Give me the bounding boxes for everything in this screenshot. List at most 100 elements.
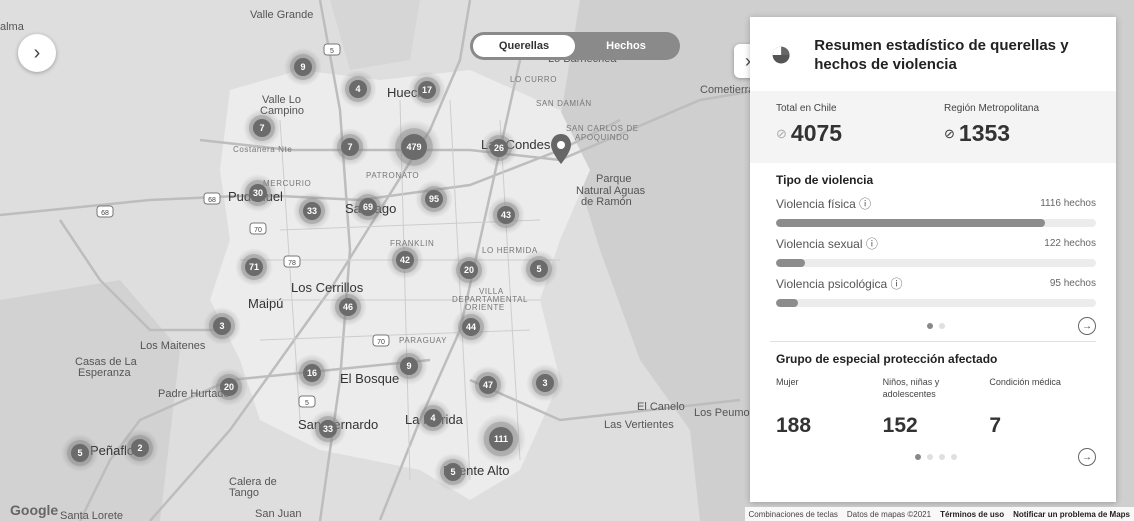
map-cluster-marker[interactable]: 7 bbox=[243, 109, 281, 147]
pager-dot[interactable] bbox=[927, 323, 933, 329]
view-toggle[interactable]: Querellas Hechos bbox=[470, 32, 680, 60]
map-cluster-marker[interactable]: 46 bbox=[329, 288, 367, 326]
violence-bar-fill bbox=[776, 259, 805, 267]
violence-section: Tipo de violencia Violencia física ⓘ 111… bbox=[750, 163, 1116, 335]
cluster-count: 7 bbox=[347, 142, 352, 152]
group-label: Niños, niñas y adolescentes bbox=[882, 377, 940, 399]
map-attribution: Combinaciones de teclas Datos de mapas ©… bbox=[744, 507, 1134, 521]
map-cluster-marker[interactable]: 479 bbox=[386, 119, 442, 175]
map-cluster-marker[interactable]: 3 bbox=[526, 364, 564, 402]
map-cluster-marker[interactable]: 69 bbox=[349, 188, 387, 226]
violence-label: Violencia sexual bbox=[776, 237, 863, 251]
keyboard-shortcuts-link[interactable]: Combinaciones de teclas bbox=[749, 510, 838, 519]
group-item: Mujer 188 bbox=[776, 376, 883, 438]
map-cluster-marker[interactable]: 43 bbox=[487, 196, 525, 234]
map-cluster-marker[interactable]: 16 bbox=[293, 354, 331, 392]
map-place-label: Esperanza bbox=[78, 367, 131, 379]
violence-bar bbox=[776, 299, 1096, 307]
map-cluster-marker[interactable]: 5 bbox=[61, 434, 99, 472]
help-icon[interactable]: ⓘ bbox=[866, 237, 878, 251]
help-icon[interactable]: ⓘ bbox=[891, 277, 903, 291]
svg-text:68: 68 bbox=[101, 210, 109, 217]
pager-dot[interactable] bbox=[939, 323, 945, 329]
map-cluster-marker[interactable]: 44 bbox=[452, 308, 490, 346]
expand-left-button[interactable]: › bbox=[18, 34, 56, 72]
map-place-label: Maipú bbox=[248, 296, 283, 311]
pager-dot[interactable] bbox=[927, 454, 933, 460]
group-item: Niños, niñas y adolescentes 152 bbox=[883, 376, 990, 438]
svg-text:5: 5 bbox=[305, 400, 309, 407]
map-cluster-marker[interactable]: 9 bbox=[390, 347, 428, 385]
map-cluster-marker[interactable]: 7 bbox=[331, 128, 369, 166]
group-value: 152 bbox=[882, 414, 918, 437]
map-cluster-marker[interactable]: 30 bbox=[239, 174, 277, 212]
terms-link[interactable]: Términos de uso bbox=[940, 510, 1004, 519]
map-place-label: Cometierra bbox=[700, 84, 755, 96]
map-cluster-marker[interactable]: 42 bbox=[386, 241, 424, 279]
pager-dot[interactable] bbox=[951, 454, 957, 460]
next-arrow-icon[interactable]: → bbox=[1078, 317, 1096, 335]
cluster-count: 4 bbox=[355, 84, 360, 94]
map-cluster-marker[interactable]: 4 bbox=[339, 70, 377, 108]
cluster-count: 17 bbox=[422, 85, 432, 95]
map-data-text: Datos de mapas ©2021 bbox=[846, 509, 932, 519]
map-cluster-marker[interactable]: 111 bbox=[475, 413, 527, 465]
map-place-label: SAN DAMIÁN bbox=[536, 99, 592, 108]
map-cluster-marker[interactable]: 3 bbox=[203, 307, 241, 345]
violence-row: Violencia física ⓘ 1116 hechos bbox=[776, 195, 1096, 227]
help-icon[interactable]: ⓘ bbox=[859, 197, 871, 211]
map-place-label: Los Maitenes bbox=[140, 340, 206, 352]
route-badge: 68 bbox=[96, 205, 114, 218]
violence-bar-fill bbox=[776, 219, 1045, 227]
map-cluster-marker[interactable]: 33 bbox=[293, 192, 331, 230]
chile-flag-icon bbox=[772, 46, 790, 64]
map-cluster-marker[interactable]: 5 bbox=[434, 453, 472, 491]
map-cluster-marker[interactable]: 47 bbox=[469, 366, 507, 404]
route-badge: 70 bbox=[249, 222, 267, 235]
map-cluster-marker[interactable]: 71 bbox=[235, 248, 273, 286]
svg-text:5: 5 bbox=[330, 48, 334, 55]
map-cluster-marker[interactable]: 9 bbox=[284, 48, 322, 86]
map-place-label: Tango bbox=[229, 487, 259, 499]
map-cluster-marker[interactable]: 2 bbox=[121, 429, 159, 467]
map-cluster-marker[interactable]: 33 bbox=[309, 410, 347, 448]
next-arrow-icon[interactable]: → bbox=[1078, 448, 1096, 466]
pager-dot[interactable] bbox=[939, 454, 945, 460]
cluster-count: 69 bbox=[363, 202, 373, 212]
svg-text:70: 70 bbox=[377, 339, 385, 346]
google-logo: Google bbox=[10, 502, 59, 518]
total-region-value: 1353 bbox=[958, 120, 1011, 146]
route-badge: 5 bbox=[323, 43, 341, 56]
route-badge: 5 bbox=[298, 395, 316, 408]
cluster-count: 9 bbox=[300, 62, 305, 72]
violence-count: 95 hechos bbox=[1049, 278, 1096, 289]
report-problem-link[interactable]: Notificar un problema de Maps bbox=[1013, 510, 1130, 519]
cluster-count: 16 bbox=[307, 368, 317, 378]
cluster-count: 4 bbox=[430, 413, 435, 423]
map-cluster-marker[interactable]: 20 bbox=[450, 251, 488, 289]
cluster-count: 9 bbox=[406, 361, 411, 371]
map-cluster-marker[interactable]: 95 bbox=[415, 180, 453, 218]
cluster-count: 33 bbox=[323, 424, 333, 434]
map-place-label: Parque bbox=[596, 173, 631, 185]
cluster-count: 5 bbox=[450, 467, 455, 477]
map-cluster-marker[interactable]: 17 bbox=[408, 71, 446, 109]
map-place-label: Santa Lorete bbox=[60, 510, 123, 521]
violence-pager: → bbox=[776, 317, 1096, 335]
map-cluster-marker[interactable]: 4 bbox=[414, 399, 452, 437]
violence-bar-fill bbox=[776, 299, 799, 307]
total-chile: Total en Chile ⊘ 4075 bbox=[776, 103, 922, 147]
map-cluster-marker[interactable]: 20 bbox=[210, 368, 248, 406]
total-chile-label: Total en Chile bbox=[776, 103, 837, 114]
map-cluster-marker[interactable]: 5 bbox=[520, 250, 558, 288]
map-cluster-marker[interactable]: 26 bbox=[480, 129, 518, 167]
tab-querellas[interactable]: Querellas bbox=[473, 35, 575, 57]
map-place-label: PARAGUAY bbox=[399, 336, 447, 345]
group-value: 7 bbox=[989, 414, 1002, 437]
cluster-count: 46 bbox=[343, 302, 353, 312]
pager-dot[interactable] bbox=[915, 454, 921, 460]
violence-label: Violencia psicológica bbox=[776, 277, 888, 291]
map-place-label: alma bbox=[0, 21, 25, 33]
tab-hechos[interactable]: Hechos bbox=[575, 35, 677, 57]
panel-header: Resumen estadístico de querellas y hecho… bbox=[750, 17, 1116, 91]
